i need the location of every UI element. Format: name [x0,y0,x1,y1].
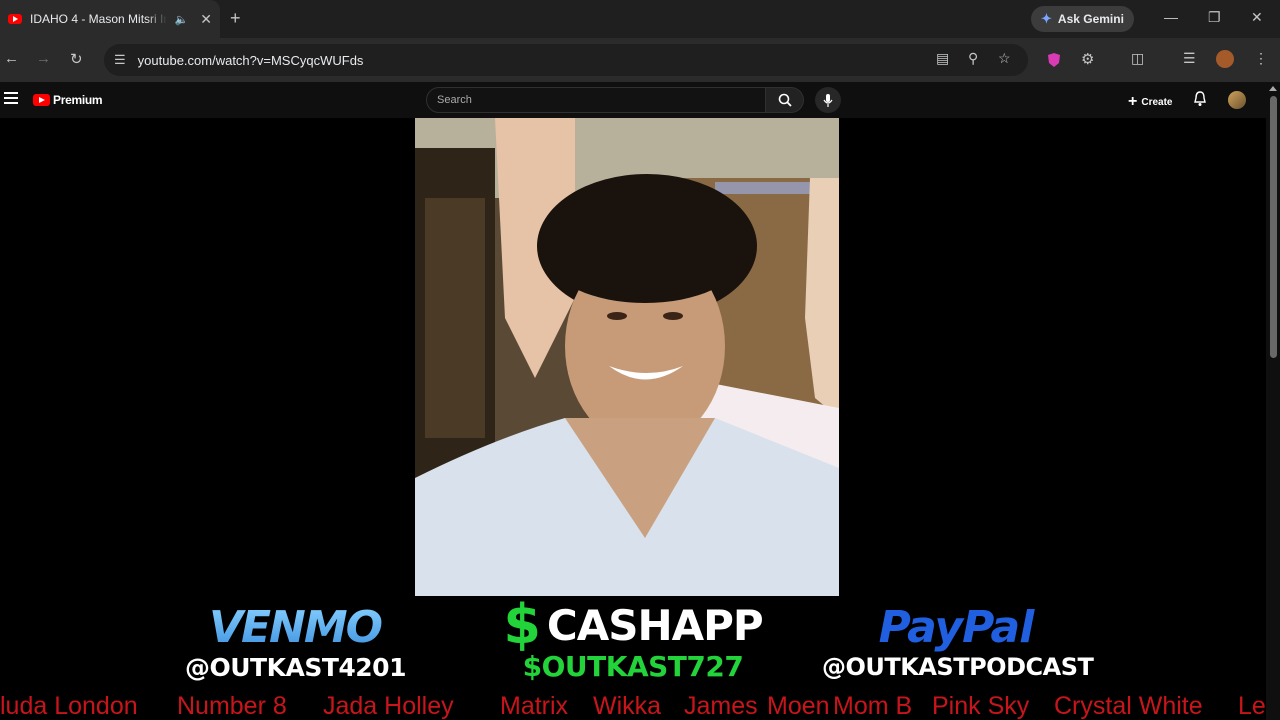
ask-gemini-button[interactable]: ✦ Ask Gemini [1031,6,1134,32]
forward-icon[interactable]: → [36,50,51,67]
notifications-bell-icon[interactable] [1193,91,1207,107]
ticker-item: Matrix [500,692,569,720]
url-text[interactable]: youtube.com/watch?v=MSCyqcWUFds [138,53,364,68]
shield-extension-icon[interactable] [1046,52,1062,68]
page-scrollbar[interactable] [1266,82,1280,720]
reload-icon[interactable]: ↻ [70,50,83,68]
scroll-up-icon[interactable] [1269,86,1277,91]
ask-gemini-label: Ask Gemini [1057,12,1124,26]
extensions-puzzle-icon[interactable]: ⚙ [1081,50,1094,68]
paypal-logo: PayPal [878,602,1035,653]
ticker-item: Moen [767,692,830,720]
ticker-item: Lei [1238,692,1266,720]
ticker-item: Crystal White [1054,692,1203,720]
zoom-icon[interactable]: ⚲ [968,50,978,67]
back-icon[interactable]: ← [4,50,19,67]
venmo-block: VENMO @OUTKAST4201 [185,602,406,682]
payment-banner: VENMO @OUTKAST4201 $ CASHAPP $OUTKAST727… [0,598,1266,698]
scrollbar-thumb[interactable] [1270,96,1277,358]
minimize-icon[interactable]: — [1164,9,1178,25]
browser-tab[interactable]: IDAHO 4 - Mason Mitsri Int 🔈 ✕ [0,0,220,38]
gemini-sparkle-icon: ✦ [1041,11,1052,26]
paypal-handle: @OUTKASTPODCAST [822,653,1094,681]
ticker-item: James [684,692,758,720]
create-label: Create [1141,96,1173,108]
youtube-header: Premium Search + Create [0,82,1266,118]
youtube-favicon-icon [8,14,22,24]
video-player[interactable]: VENMO @OUTKAST4201 $ CASHAPP $OUTKAST727… [0,118,1266,720]
ticker-item: Jada Holley [323,692,454,720]
browser-toolbar: ← → ↻ ☰ youtube.com/watch?v=MSCyqcWUFds … [0,38,1280,82]
ticker-item: Wikka [593,692,662,720]
search-input[interactable]: Search [426,87,766,113]
bookmark-star-icon[interactable]: ☆ [998,50,1011,67]
scrolling-ticker: luda London Number 8 Jada Holley Matrix … [0,692,1266,720]
site-info-icon[interactable]: ☰ [114,52,126,68]
cashapp-dollar-icon: $ [503,593,541,656]
tab-title: IDAHO 4 - Mason Mitsri Int [30,12,167,26]
close-window-icon[interactable]: ✕ [1251,9,1263,26]
cashapp-block: $ CASHAPP $OUTKAST727 [478,593,788,684]
premium-label: Premium [53,93,103,107]
tab-search-icon[interactable]: ◫ [1131,50,1144,67]
ticker-item: luda London [0,692,138,720]
create-button[interactable]: + Create [1128,93,1172,111]
account-avatar[interactable] [1228,91,1246,109]
browser-menu-icon[interactable]: ⋮ [1254,50,1268,67]
cashapp-handle: $OUTKAST727 [522,650,744,683]
guide-menu-icon[interactable] [4,92,18,107]
microphone-icon [823,94,833,107]
tab-strip: IDAHO 4 - Mason Mitsri Int 🔈 ✕ + ✦ Ask G… [0,0,1280,38]
youtube-logo[interactable]: Premium [33,93,103,107]
voice-search-button[interactable] [815,87,841,113]
paypal-block: PayPal @OUTKASTPODCAST [822,602,1094,681]
venmo-handle: @OUTKAST4201 [185,653,406,682]
media-control-icon[interactable]: ☰ [1183,50,1196,67]
ticker-item: Pink Sky [932,692,1030,720]
speaker-icon[interactable]: 🔈 [175,13,189,26]
youtube-play-icon [33,94,50,106]
search-icon [778,93,792,107]
plus-icon: + [1128,93,1138,110]
new-tab-button[interactable]: + [230,8,241,29]
install-app-icon[interactable]: ▤ [936,50,949,67]
ticker-item: Number 8 [177,692,287,720]
cashapp-logo: CASHAPP [546,600,764,650]
restore-icon[interactable]: ❐ [1208,9,1221,26]
close-tab-icon[interactable]: ✕ [200,11,212,28]
ticker-item: Mom B [833,692,913,720]
address-bar[interactable]: ☰ youtube.com/watch?v=MSCyqcWUFds ▤ ⚲ ☆ [104,44,1028,76]
venmo-logo: VENMO [185,602,405,653]
video-frame-photo [415,118,839,596]
search-button[interactable] [766,87,804,113]
profile-avatar[interactable] [1216,50,1234,68]
